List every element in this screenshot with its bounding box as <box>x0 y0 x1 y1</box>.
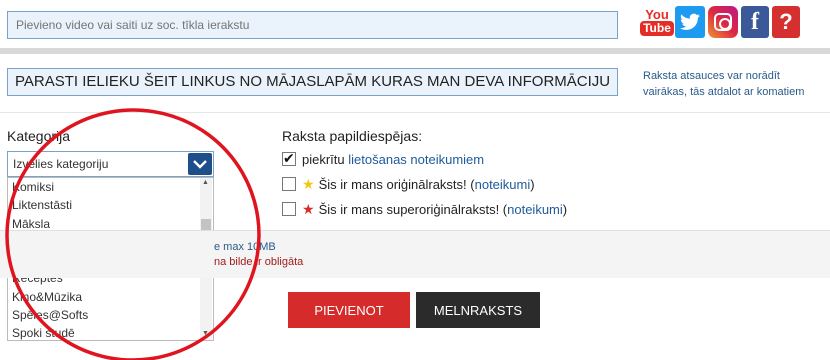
yellow-star-icon: ★ <box>302 175 315 192</box>
super-checkbox[interactable] <box>282 202 296 216</box>
youtube-tube-text: Tube <box>640 21 674 36</box>
sources-input[interactable]: PARASTI IELIEKU ŠEIT LINKUS NO MĀJASLAPĀ… <box>7 68 618 96</box>
draft-button[interactable]: MELNRAKSTS <box>416 292 540 328</box>
options-title: Raksta papildiespējas: <box>282 128 423 144</box>
scroll-down-icon[interactable]: ▼ <box>202 330 209 337</box>
category-option[interactable]: Spēles@Softs <box>8 306 213 324</box>
chevron-down-icon[interactable] <box>188 153 212 175</box>
sources-hint: Raksta atsauces var norādīt vairākas, tā… <box>643 70 805 98</box>
add-button[interactable]: PIEVIENOT <box>288 292 410 328</box>
category-select[interactable]: Izvēlies kategoriju <box>7 151 214 177</box>
red-star-icon: ★ <box>302 200 315 217</box>
category-option[interactable]: Spoki studē <box>8 324 213 340</box>
help-char: ? <box>779 9 793 34</box>
facebook-letter: f <box>751 8 759 35</box>
category-label: Kategorija <box>7 128 71 144</box>
twitter-icon[interactable] <box>675 6 705 38</box>
category-option[interactable]: Komiksi <box>8 178 213 196</box>
original-text: Šis ir mans oriģinālraksts! ( <box>318 176 475 192</box>
super-option[interactable]: ★ Šis ir mans superoriģinālraksts! (note… <box>282 200 567 218</box>
terms-link[interactable]: lietošanas noteikumiem <box>348 152 484 167</box>
original-suffix: ) <box>530 176 535 192</box>
original-checkbox[interactable] <box>282 177 296 191</box>
upload-panel <box>0 230 830 278</box>
instagram-icon[interactable] <box>708 6 738 38</box>
super-text: Šis ir mans superoriģinālraksts! ( <box>318 201 508 217</box>
facebook-icon[interactable]: f <box>741 6 769 38</box>
help-icon[interactable]: ? <box>772 6 800 38</box>
super-rules-link[interactable]: noteikumi <box>507 202 563 217</box>
upload-required-note: na bilde ir obligāta <box>214 256 304 268</box>
twitter-bird-glyph <box>680 13 700 30</box>
original-option[interactable]: ★ Šis ir mans oriģinālraksts! (noteikumi… <box>282 175 535 193</box>
category-option[interactable]: Liktenstāsti <box>8 196 213 214</box>
super-suffix: ) <box>562 201 568 217</box>
upload-size-note: e max 10MB <box>214 241 276 253</box>
instagram-ring-glyph <box>714 13 732 31</box>
scroll-up-icon[interactable]: ▲ <box>202 179 209 186</box>
category-option[interactable]: Kino&Mūzika <box>8 288 213 306</box>
youtube-icon[interactable]: You Tube <box>640 6 674 38</box>
chevron-glyph <box>193 160 207 169</box>
terms-option[interactable]: piekrītu lietošanas noteikumiem <box>282 150 484 168</box>
terms-checkbox[interactable] <box>282 150 296 167</box>
youtube-you-text: You <box>645 7 669 22</box>
terms-prefix: piekrītu <box>302 151 345 167</box>
original-rules-link[interactable]: noteikumi <box>475 177 531 192</box>
video-link-input[interactable] <box>7 11 618 39</box>
